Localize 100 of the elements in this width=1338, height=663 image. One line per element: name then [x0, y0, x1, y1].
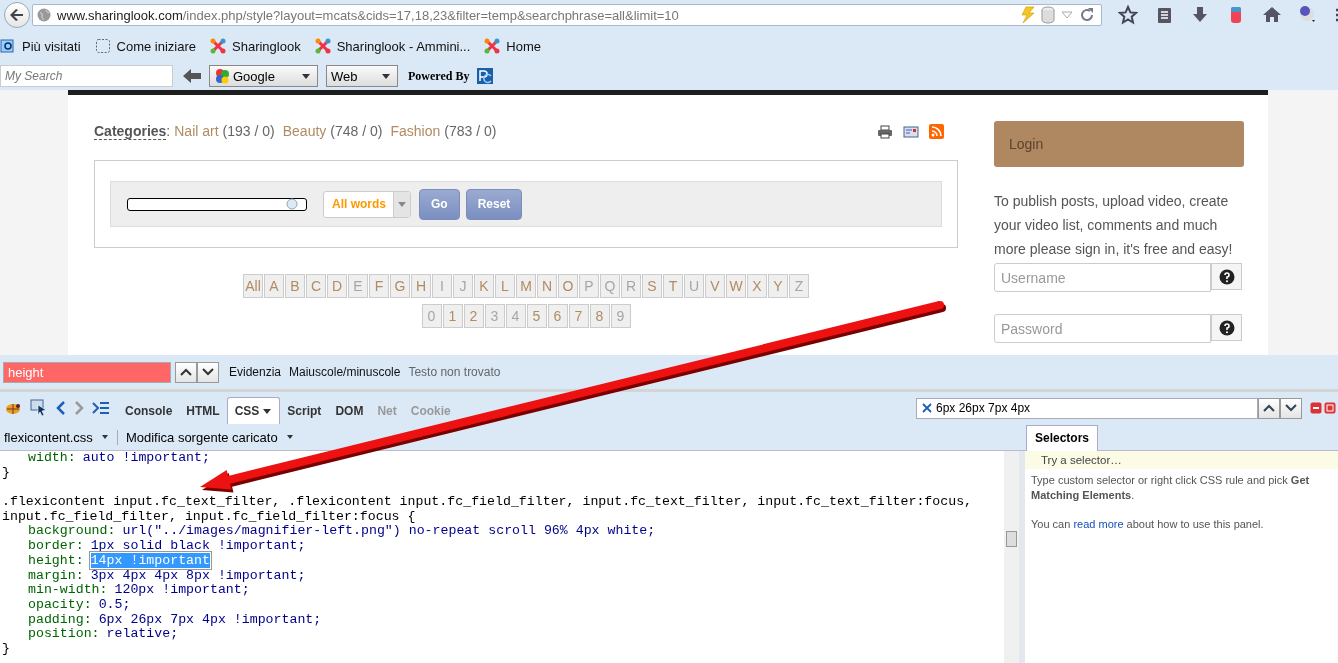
pinwheel-icon: [314, 38, 331, 54]
caret-icon[interactable]: [285, 433, 294, 441]
search-field[interactable]: My Search: [0, 65, 173, 87]
bookmark-item[interactable]: Sharinglook: [210, 38, 301, 54]
letter-link[interactable]: X: [747, 274, 767, 298]
letter-link: 4: [505, 304, 526, 328]
detach-icon[interactable]: [1324, 402, 1336, 414]
bookmark-item[interactable]: Sharinglook - Ammini...: [314, 38, 471, 54]
css-value[interactable]: 14px !important: [90, 552, 210, 568]
letter-link[interactable]: K: [474, 274, 494, 298]
logo-icon: [477, 68, 494, 84]
panel-tab[interactable]: HTML: [179, 397, 227, 424]
bookmark-item[interactable]: Come iniziare: [94, 38, 196, 54]
letter-link[interactable]: V: [705, 274, 725, 298]
letter-link[interactable]: A: [264, 274, 284, 298]
letter-link[interactable]: S: [642, 274, 662, 298]
letter-link[interactable]: L: [495, 274, 515, 298]
css-property: background:: [28, 523, 116, 539]
category-link[interactable]: Fashion: [390, 123, 441, 140]
letter-link[interactable]: H: [411, 274, 431, 298]
letter-link: R: [621, 274, 641, 298]
category-link[interactable]: Beauty: [282, 123, 327, 140]
question-icon: [1218, 319, 1235, 336]
letter-link[interactable]: O: [558, 274, 578, 298]
letter-link[interactable]: 1: [442, 304, 463, 328]
pinwheel-icon: [484, 38, 501, 54]
caret-icon: [262, 406, 273, 416]
panel-tab[interactable]: CSS: [226, 397, 281, 424]
css-value: 0.5;: [98, 596, 131, 612]
match-dropdown[interactable]: All words: [323, 190, 411, 218]
highlight-option[interactable]: Evidenzia: [229, 365, 282, 379]
search-field[interactable]: 6px 26px 7px 4px: [916, 397, 1258, 419]
letter-link[interactable]: 7: [568, 304, 589, 328]
previous-button[interactable]: [1258, 397, 1280, 419]
letter-link[interactable]: D: [327, 274, 347, 298]
back-icon[interactable]: [56, 400, 66, 416]
read-more-link[interactable]: read more: [1073, 518, 1124, 530]
filter-input[interactable]: [127, 197, 307, 211]
letter-link[interactable]: M: [516, 274, 536, 298]
letter-link: J: [453, 274, 473, 298]
letter-link[interactable]: 6: [547, 304, 568, 328]
bookmark-item[interactable]: Home: [484, 38, 542, 54]
letter-link[interactable]: G: [390, 274, 410, 298]
back-arrow-icon[interactable]: [183, 69, 201, 83]
letter-link[interactable]: 8: [589, 304, 610, 328]
letter-link[interactable]: F: [369, 274, 389, 298]
match-case-option[interactable]: Maiuscole/minuscole: [289, 365, 401, 379]
command-line-icon[interactable]: [92, 401, 110, 415]
reload-icon[interactable]: [1079, 7, 1095, 23]
letter-link[interactable]: N: [537, 274, 557, 298]
bookmark-item[interactable]: Più visitati: [0, 38, 81, 54]
panel-tab[interactable]: Script: [280, 397, 329, 424]
next-button[interactable]: [1280, 397, 1302, 419]
edit-mode-menu[interactable]: Modifica sorgente caricato: [116, 429, 286, 445]
letter-link[interactable]: T: [663, 274, 683, 298]
username-field[interactable]: Username: [994, 263, 1211, 292]
letter-link[interactable]: 2: [463, 304, 484, 328]
go-button[interactable]: Go: [419, 188, 460, 220]
caret-icon: [100, 433, 109, 441]
inspect-icon[interactable]: [30, 399, 48, 417]
minimize-icon[interactable]: [1310, 402, 1322, 414]
home-icon[interactable]: [1262, 5, 1282, 25]
reset-button[interactable]: Reset: [465, 188, 523, 220]
scope-dropdown[interactable]: Web: [326, 65, 398, 87]
panel-tab[interactable]: Console: [118, 397, 180, 424]
category-link[interactable]: Nail art: [174, 123, 219, 140]
back-button[interactable]: [4, 2, 30, 28]
css-value: 3px 4px 4px 8px !important;: [90, 567, 306, 583]
css-value: url("../images/magnifier-left.png") no-repeat scroll 96% 4px white;: [122, 523, 656, 539]
help-button[interactable]: [1211, 263, 1242, 290]
login-header[interactable]: Login: [994, 121, 1244, 167]
chevron-up-icon: [180, 368, 192, 376]
file-menu[interactable]: flexicontent.css: [4, 429, 117, 445]
css-selector: .flexicontent input.fc_text_filter, .flexicontent input.fc_field_filter, input.fc_text_filter, input.fc_text_filter:focus,: [2, 494, 973, 510]
side-panel-tab[interactable]: Selectors: [1025, 424, 1098, 451]
email-icon[interactable]: [903, 125, 919, 138]
letter-link: Q: [600, 274, 620, 298]
css-value: 6px 26px 7px 4px !important;: [98, 611, 322, 627]
printer-icon[interactable]: [877, 124, 893, 139]
clear-icon[interactable]: [922, 403, 932, 413]
letter-link[interactable]: 5: [526, 304, 547, 328]
letter-link[interactable]: All: [243, 274, 263, 298]
bug-icon[interactable]: [4, 401, 22, 415]
scrollbar-thumb[interactable]: [1006, 531, 1017, 547]
rss-icon[interactable]: [929, 124, 944, 139]
selector-field[interactable]: Try a selector…: [1025, 451, 1338, 469]
letter-link[interactable]: B: [285, 274, 305, 298]
password-field[interactable]: Password: [994, 314, 1211, 343]
engine-dropdown[interactable]: Google: [209, 65, 318, 87]
previous-button[interactable]: [175, 361, 197, 383]
next-button[interactable]: [197, 361, 219, 383]
powered-by-text: Powered By: [408, 68, 470, 84]
address-bar[interactable]: www.sharinglook.com/index.php/style?layout=mcats&cids=17,18,23&filter=temp&searchphrase=all&limit=10: [32, 4, 1102, 26]
letter-link[interactable]: Y: [768, 274, 788, 298]
find-field[interactable]: height: [3, 361, 171, 383]
star-icon[interactable]: [1118, 5, 1138, 25]
letter-link[interactable]: W: [726, 274, 746, 298]
help-button[interactable]: [1211, 314, 1242, 341]
letter-link[interactable]: C: [306, 274, 326, 298]
panel-tab[interactable]: DOM: [328, 397, 371, 424]
